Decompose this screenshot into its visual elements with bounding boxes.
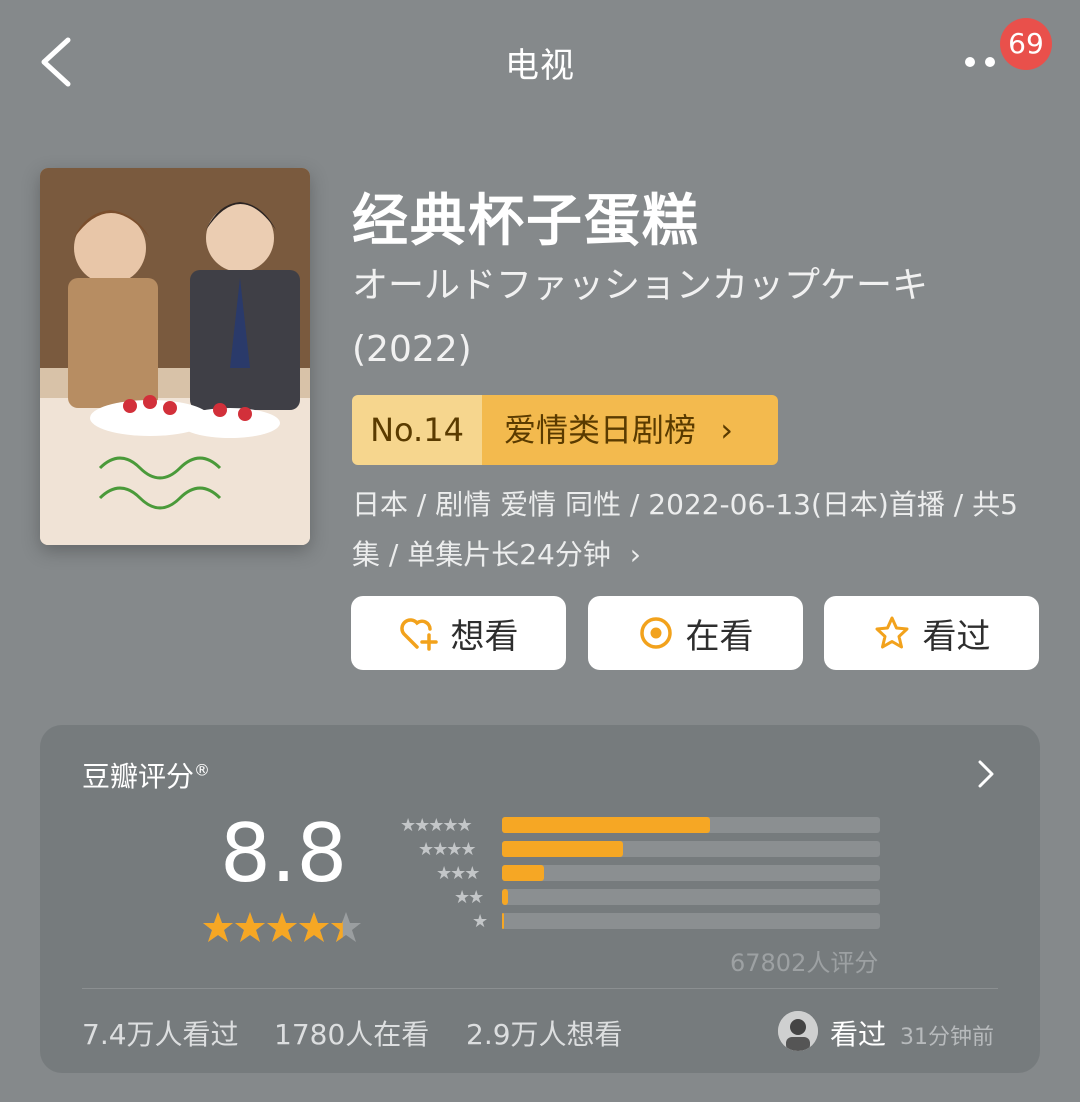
rating-score: 8.8 [220, 807, 348, 900]
target-icon [639, 617, 672, 649]
rating-bar-track [502, 913, 880, 929]
rating-bar-fill [502, 865, 544, 881]
rating-bar-fill [502, 841, 623, 857]
avatar[interactable] [778, 1011, 818, 1051]
stat-watched: 7.4万人看过 [82, 1018, 239, 1051]
rating-label: 豆瓣评分® [82, 755, 210, 795]
rating-count: 67802人评分 [730, 949, 879, 977]
rating-bar-row: ★★★★ [390, 841, 880, 859]
rating-bar-fill [502, 817, 710, 833]
rank-number: No.14 [352, 395, 482, 465]
divider [82, 988, 998, 989]
nav-bar: 电视 69 [0, 0, 1080, 125]
heart-plus-icon [399, 618, 438, 651]
rating-bar-fill [502, 913, 504, 929]
rating-bar-stars: ★ [472, 911, 488, 932]
rating-bar-stars: ★★★ [436, 863, 480, 884]
want-button[interactable]: 想看 [351, 596, 566, 670]
recent-status: 看过 [830, 1018, 887, 1051]
more-icon[interactable] [962, 52, 1006, 72]
star-icon [299, 912, 329, 942]
nav-title: 电视 [505, 46, 575, 86]
rating-label-text: 豆瓣评分 [82, 760, 195, 793]
rating-bar-row: ★★ [390, 889, 880, 907]
want-label: 想看 [450, 616, 519, 657]
watched-label: 看过 [922, 616, 991, 657]
rating-stars [203, 912, 361, 942]
star-icon [203, 912, 233, 942]
original-title: オールドファッションカップケーキ(2022) [352, 265, 929, 370]
rating-card[interactable]: 豆瓣评分® 8.8 ★★★★★ ★★★★ ★★★ ★★ ★ 67802人评分 7.4万人… [40, 725, 1040, 1073]
star-icon [267, 912, 297, 942]
stat-watching: 1780人在看 [274, 1018, 430, 1051]
meta-text: 日本 / 剧情 爱情 同性 / 2022-06-13(日本)首播 / 共5集 /… [352, 488, 1018, 571]
rating-bar-stars: ★★ [454, 887, 484, 908]
meta-info[interactable]: 日本 / 剧情 爱情 同性 / 2022-06-13(日本)首播 / 共5集 /… [352, 480, 1042, 580]
watched-button[interactable]: 看过 [824, 596, 1039, 670]
rank-list-label: 爱情类日剧榜 [504, 411, 697, 449]
rating-bar-fill [502, 889, 508, 905]
chevron-right-icon: › [629, 538, 641, 571]
star-icon [235, 912, 265, 942]
star-icon [331, 912, 361, 942]
title: 经典杯子蛋糕 [352, 189, 700, 254]
rating-bar-row: ★ [390, 913, 880, 931]
poster-image[interactable] [40, 168, 310, 545]
chevron-right-icon[interactable] [976, 759, 996, 789]
registered-mark: ® [194, 760, 211, 780]
stat-want: 2.9万人想看 [466, 1018, 623, 1051]
rating-bar-row: ★★★ [390, 865, 880, 883]
rating-bar-track [502, 889, 880, 905]
rating-bar-track [502, 841, 880, 857]
rating-bar-stars: ★★★★ [418, 839, 477, 860]
rating-bar-track [502, 817, 880, 833]
watching-button[interactable]: 在看 [588, 596, 803, 670]
star-outline-icon [875, 616, 908, 649]
rating-bar-row: ★★★★★ [390, 817, 880, 835]
chevron-right-icon: › [720, 411, 733, 449]
rating-bar-stars: ★★★★★ [400, 815, 473, 836]
rank-badge[interactable]: No.14 爱情类日剧榜 › [352, 395, 778, 465]
recent-time: 31分钟前 [900, 1025, 994, 1050]
rank-list: 爱情类日剧榜 › [482, 395, 778, 465]
notification-badge[interactable]: 69 [1000, 18, 1052, 70]
rating-bar-track [502, 865, 880, 881]
watching-label: 在看 [685, 616, 754, 657]
